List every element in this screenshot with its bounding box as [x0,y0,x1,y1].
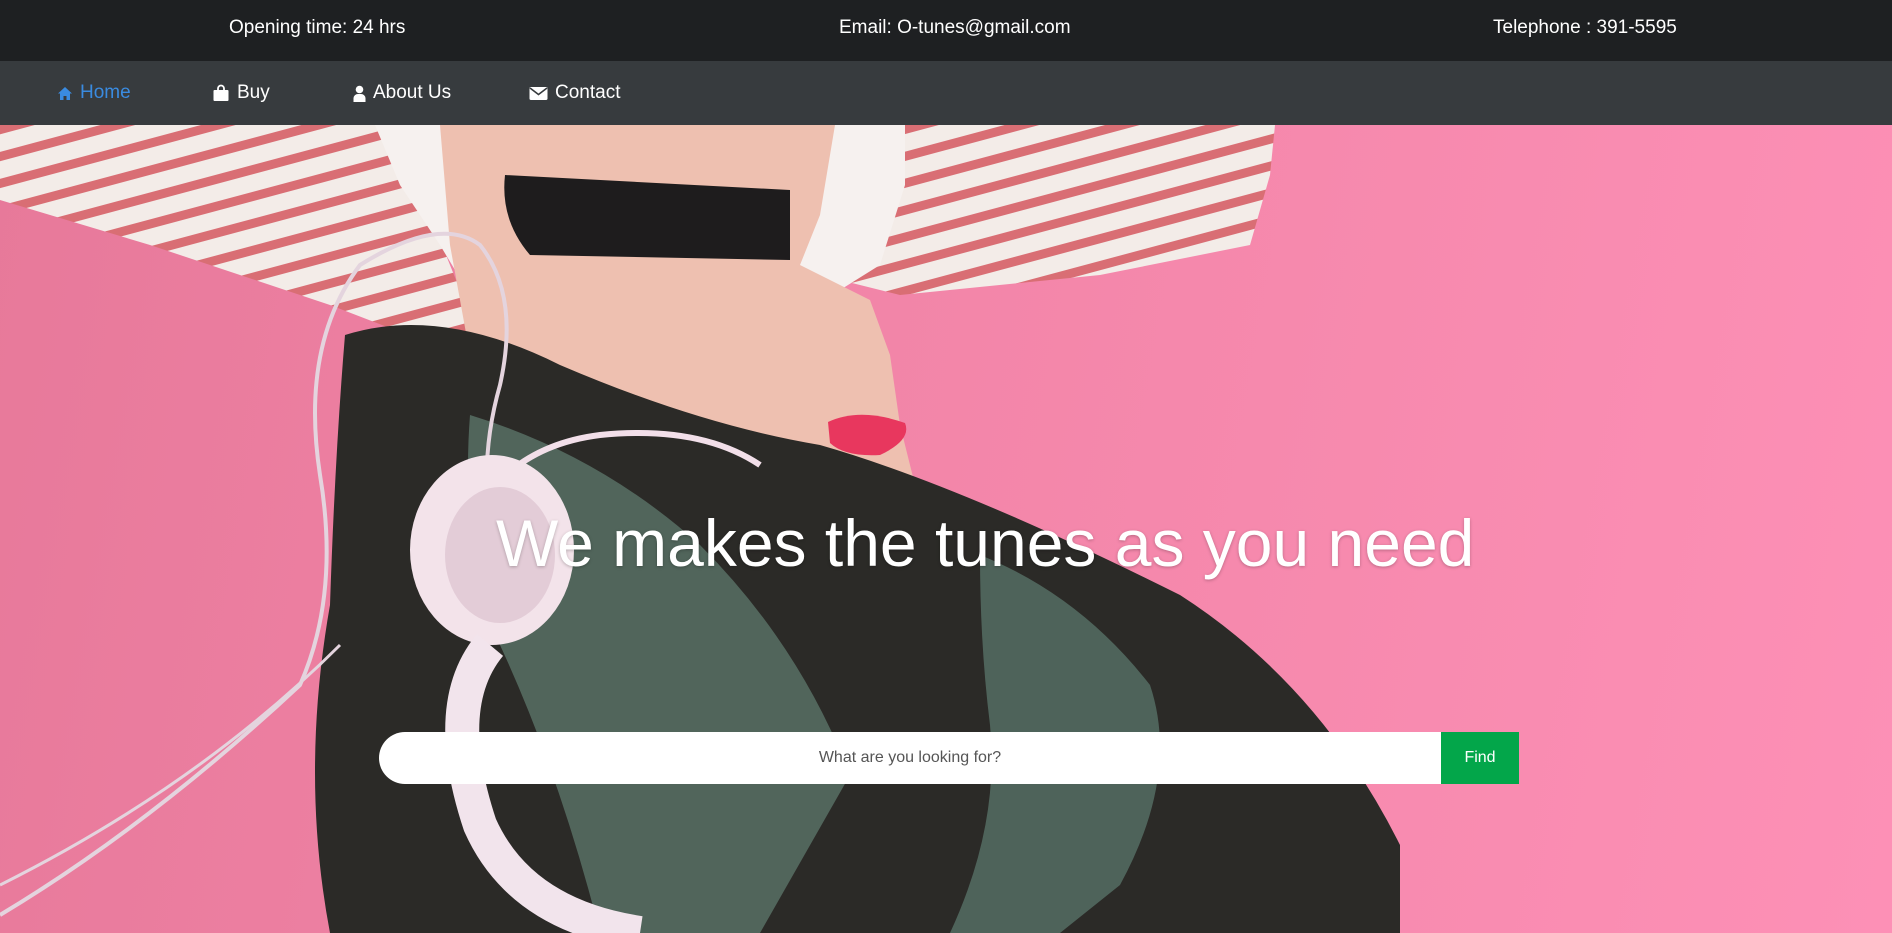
nav-home-label: Home [80,82,131,103]
hero-section: We makes the tunes as you need Find [0,125,1892,933]
nav-contact[interactable]: Contact [529,81,620,105]
nav-about-us-label: About Us [373,82,452,103]
email-text: Email: O-tunes@gmail.com [839,17,1071,38]
user-icon [353,85,366,102]
envelope-icon [529,86,548,100]
main-navbar: Home Buy About Us Contact [0,61,1892,125]
find-button[interactable]: Find [1441,732,1519,784]
nav-buy[interactable]: Buy [212,81,270,105]
top-info-bar: Opening time: 24 hrs Email: O-tunes@gmai… [0,0,1892,61]
hero-headline: We makes the tunes as you need [496,506,1475,580]
shopping-bag-icon [213,84,229,101]
nav-buy-label: Buy [237,82,270,103]
opening-time-text: Opening time: 24 hrs [229,17,406,38]
telephone-text: Telephone : 391-5595 [1493,17,1677,38]
nav-about-us[interactable]: About Us [353,81,451,105]
nav-home[interactable]: Home [57,81,131,105]
home-icon [58,86,72,100]
search-input[interactable] [379,732,1441,784]
nav-contact-label: Contact [555,82,621,103]
